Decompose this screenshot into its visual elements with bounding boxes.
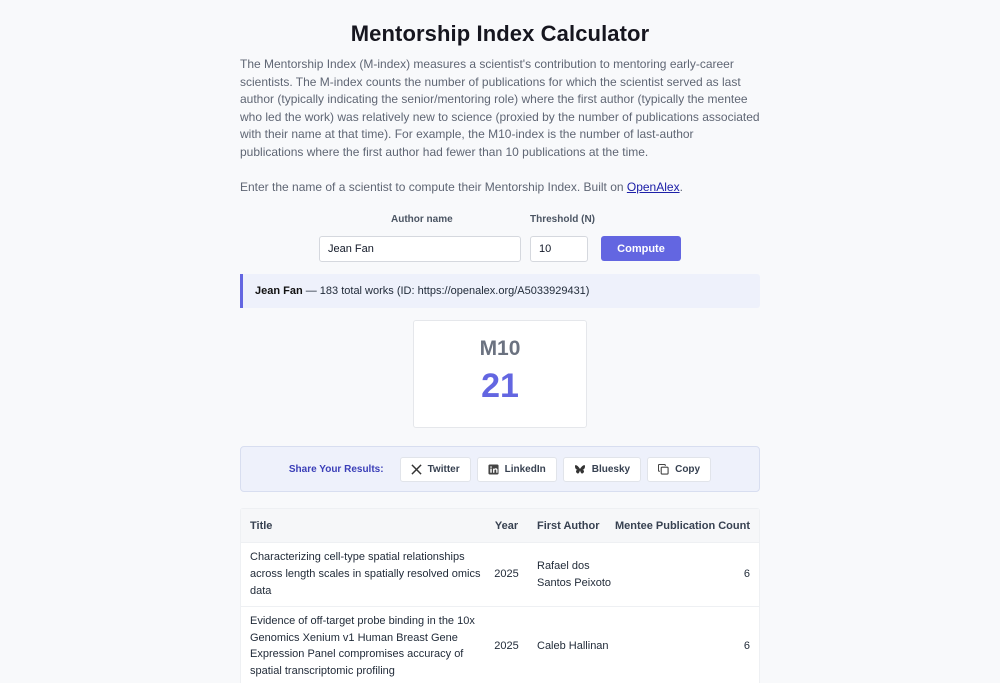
share-bluesky-label: Bluesky: [591, 463, 631, 475]
row-first-author: Rafael dos Santos Peixoto: [537, 559, 611, 589]
share-panel: Share Your Results: Twitter LinkedIn Blu…: [240, 446, 760, 493]
header-first-author[interactable]: First Author: [528, 520, 614, 532]
header-title[interactable]: Title: [241, 520, 485, 532]
page-title: Mentorship Index Calculator: [350, 21, 650, 46]
compute-button[interactable]: Compute: [601, 236, 681, 262]
share-bluesky-button[interactable]: Bluesky: [562, 456, 642, 482]
row-year: 2025: [494, 639, 519, 652]
header-mentee-count[interactable]: Mentee Publication Count: [614, 520, 759, 532]
author-details: — 183 total works (ID: https://openalex.…: [302, 285, 590, 298]
row-title: Evidence of off-target probe binding in …: [250, 614, 475, 678]
threshold-input[interactable]: 10: [530, 236, 588, 263]
linkedin-icon: [488, 464, 499, 475]
author-name: Jean Fan: [255, 285, 303, 298]
metric-card: M10 21: [413, 320, 587, 429]
author-name-label: Author name: [391, 214, 453, 226]
x-icon: [410, 464, 422, 475]
openalex-link[interactable]: OpenAlex: [627, 180, 680, 194]
table-row: Evidence of off-target probe binding in …: [241, 607, 759, 683]
share-label: Share Your Results:: [288, 463, 384, 475]
row-count: 6: [743, 568, 750, 581]
metric-label: M10: [479, 337, 521, 361]
copy-label: Copy: [675, 463, 701, 475]
share-linkedin-label: LinkedIn: [504, 463, 546, 475]
instruction-prefix: Enter the name of a scientist to compute…: [240, 180, 627, 195]
copy-icon: [658, 463, 669, 475]
page: Mentorship Index Calculator The Mentorsh…: [240, 0, 760, 683]
share-linkedin-button[interactable]: LinkedIn: [476, 456, 557, 482]
instruction-suffix: .: [679, 180, 683, 195]
description: The Mentorship Index (M-index) measures …: [240, 57, 760, 159]
intro: The Mentorship Index (M-index) measures …: [240, 56, 760, 197]
row-count: 6: [743, 639, 750, 652]
copy-button[interactable]: Copy: [647, 456, 712, 482]
author-name-input[interactable]: Jean Fan: [319, 236, 521, 263]
row-first-author: Caleb Hallinan: [537, 639, 609, 652]
metric-value: 21: [481, 367, 519, 406]
instruction: Enter the name of a scientist to compute…: [240, 179, 760, 197]
row-title: Characterizing cell-type spatial relatio…: [250, 551, 481, 597]
table-row: Characterizing cell-type spatial relatio…: [241, 543, 759, 607]
table-header: Title Year First Author Mentee Publicati…: [241, 509, 759, 544]
author-summary: Jean Fan — 183 total works (ID: https://…: [240, 274, 760, 309]
share-twitter-label: Twitter: [427, 463, 460, 475]
publications-table: Title Year First Author Mentee Publicati…: [240, 508, 760, 683]
row-year: 2025: [494, 568, 519, 581]
search-form: Author name Jean Fan Threshold (N) 10 Co…: [240, 214, 760, 272]
header-year[interactable]: Year: [485, 520, 528, 532]
share-twitter-button[interactable]: Twitter: [399, 456, 471, 482]
threshold-label: Threshold (N): [530, 214, 595, 226]
bluesky-icon: [574, 465, 585, 474]
